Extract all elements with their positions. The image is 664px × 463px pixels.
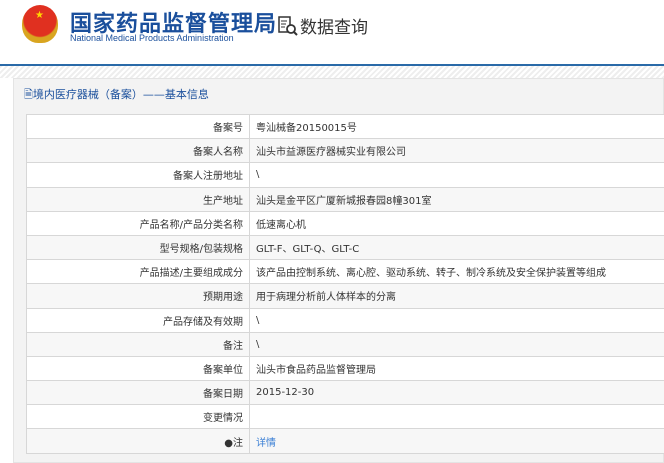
row-value: 该产品由控制系统、离心腔、驱动系统、转子、制冷系统及安全保护装置等组成	[249, 259, 664, 285]
row-value: 2015-12-30	[249, 380, 664, 406]
table-row: 备案人名称 汕头市益源医疗器械实业有限公司	[26, 138, 664, 164]
detail-panel: 🗎境内医疗器械（备案）——基本信息 备案号 粤汕械备20150015号 备案人名称汕…	[13, 78, 664, 463]
row-label: 变更情况	[26, 404, 250, 430]
row-value: 低速离心机	[249, 210, 664, 236]
row-label: 产品存储及有效期	[26, 307, 250, 333]
table-row: 变更情况	[26, 404, 664, 430]
decorative-stripes	[0, 66, 664, 78]
row-value: \	[249, 307, 664, 333]
row-label: 备注	[26, 331, 250, 357]
row-label: 产品描述/主要组成成分	[26, 259, 250, 285]
row-label: ●注	[26, 428, 250, 454]
document-icon: 🗎	[24, 88, 33, 101]
table-row: 备案号 粤汕械备20150015号	[26, 113, 664, 140]
row-value: 用于病理分析前人体样本的分离	[249, 283, 664, 309]
panel-title: 🗎境内医疗器械（备案）——基本信息	[24, 88, 209, 101]
site-header: ★ 国家药品监督管理局 National Medical Products Ad…	[0, 0, 664, 65]
org-name-en: National Medical Products Administration	[70, 33, 234, 43]
data-query-link[interactable]: 数据查询	[278, 13, 368, 38]
row-label: 预期用途	[26, 283, 250, 309]
document-search-icon	[278, 15, 298, 37]
row-value: GLT-F、GLT-Q、GLT-C	[249, 234, 664, 261]
table-row: 预期用途 用于病理分析前人体样本的分离	[26, 283, 664, 309]
row-label: 生产地址	[26, 186, 250, 212]
row-label: 备案单位	[26, 355, 250, 382]
row-value: 汕头市益源医疗器械实业有限公司	[249, 138, 664, 164]
row-label: 备案人注册地址	[26, 162, 250, 188]
table-row: 备案日期 2015-12-30	[26, 380, 664, 406]
table-row-note: ●注 详情	[26, 428, 664, 454]
row-label: 备案日期	[26, 380, 250, 406]
table-row: 备案人注册地址 \	[26, 162, 664, 188]
table-row: 备案单位 汕头市食品药品监督管理局	[26, 355, 664, 382]
row-value: \	[249, 162, 664, 188]
table-row: 产品存储及有效期 \	[26, 307, 664, 333]
national-emblem-logo: ★	[22, 5, 58, 43]
row-label: 备案号	[26, 113, 250, 140]
row-label: 备案人名称	[26, 138, 250, 164]
row-label: 型号规格/包装规格	[26, 234, 250, 261]
row-value: \	[249, 331, 664, 357]
data-query-label: 数据查询	[300, 18, 368, 38]
row-label: 产品名称/产品分类名称	[26, 210, 250, 236]
table-row: 型号规格/包装规格 GLT-F、GLT-Q、GLT-C	[26, 234, 664, 261]
table-row: 产品名称/产品分类名称 低速离心机	[26, 210, 664, 236]
info-table: 备案号 粤汕械备20150015号 备案人名称 汕头市益源医疗器械实业有限公司 备案人注…	[26, 113, 664, 454]
row-value: 详情	[249, 428, 664, 454]
table-row: 备注 \	[26, 331, 664, 357]
row-value: 汕头市食品药品监督管理局	[249, 355, 664, 382]
table-row: 生产地址 汕头是金平区广厦新城报春园8幢301室	[26, 186, 664, 212]
pin-icon: ●	[224, 437, 233, 449]
details-link[interactable]: 详情	[256, 438, 276, 449]
row-value	[249, 404, 664, 430]
row-value: 汕头是金平区广厦新城报春园8幢301室	[249, 186, 664, 212]
table-row: 产品描述/主要组成成分 该产品由控制系统、离心腔、驱动系统、转子、制冷系统及安全保…	[26, 259, 664, 285]
row-value: 粤汕械备20150015号	[249, 113, 664, 140]
